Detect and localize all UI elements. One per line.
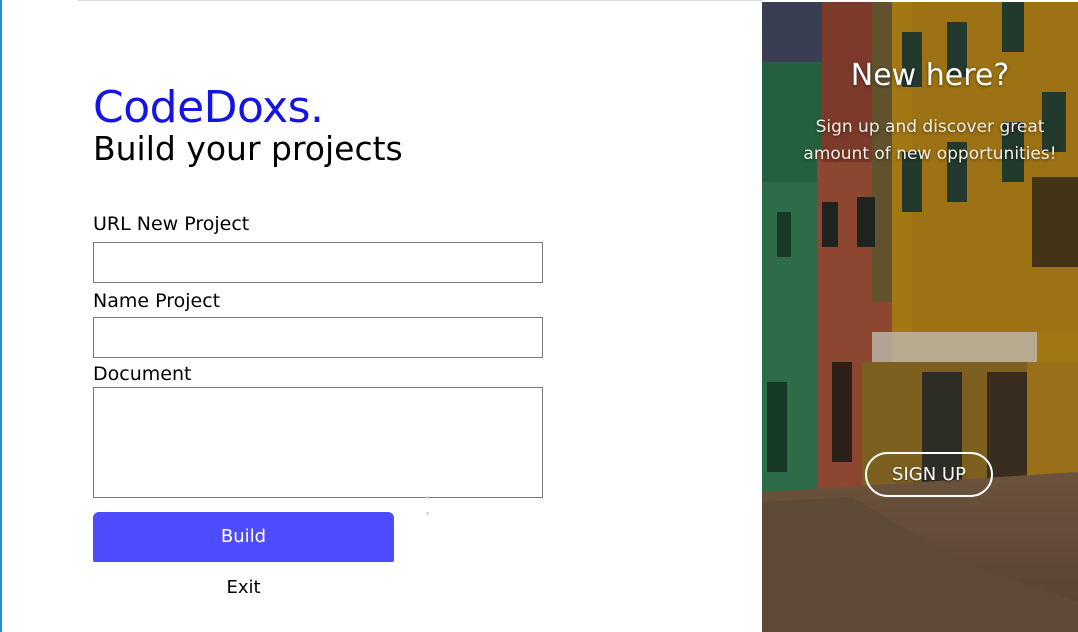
promo-description: Sign up and discover great amount of new… (803, 117, 1057, 164)
url-project-input[interactable] (93, 242, 543, 283)
document-textarea[interactable] (93, 387, 543, 498)
exit-link[interactable]: Exit (93, 577, 394, 599)
name-project-label: Name Project (93, 290, 221, 312)
document-label: Document (93, 363, 192, 385)
signup-button[interactable]: SIGN UP (865, 452, 993, 497)
brand-logo-text: CodeDoxs. (93, 82, 324, 133)
colorful-houses-street-image (762, 2, 1078, 632)
promo-title: New here? (850, 58, 1010, 93)
decorative-dots (426, 496, 429, 516)
url-project-label: URL New Project (93, 213, 250, 235)
build-button[interactable]: Build (93, 512, 394, 562)
app-window: CodeDoxs. Build your projects URL New Pr… (0, 0, 1078, 632)
signup-promo-panel: New here? Sign up and discover great amo… (762, 2, 1078, 632)
build-form-panel: CodeDoxs. Build your projects URL New Pr… (0, 0, 762, 632)
name-project-input[interactable] (93, 317, 543, 358)
page-subtitle: Build your projects (93, 129, 403, 168)
